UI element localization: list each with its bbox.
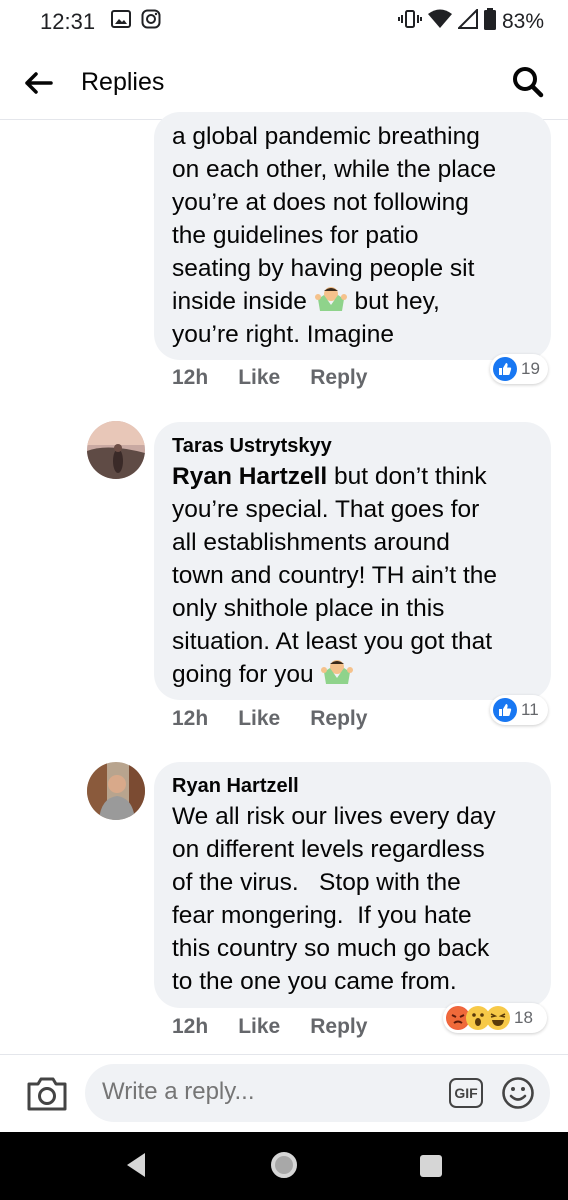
shrug-emoji-icon — [320, 658, 354, 686]
gallery-icon — [111, 10, 132, 34]
comment-actions: 12h Like Reply — [172, 366, 367, 390]
reaction-count: 18 — [514, 1008, 533, 1027]
nav-recents-icon[interactable] — [420, 1155, 442, 1177]
comment-line: going for you — [172, 658, 533, 691]
reaction-summary[interactable]: 11 — [490, 695, 548, 725]
comment-line: situation. At least you got that — [172, 628, 493, 655]
comment-line: of the virus. Stop with the — [172, 869, 461, 896]
comment-line: on each other, while the place — [172, 156, 497, 183]
vibrate-icon — [397, 9, 422, 35]
gif-button[interactable]: GIF — [449, 1078, 483, 1108]
comment-fragment: inside inside — [172, 288, 307, 315]
comment-line: this country so much go back — [172, 935, 490, 962]
comment-text: Ryan Hartzell but don’t think you’re spe… — [172, 460, 533, 691]
status-bar: 12:31 83% — [0, 0, 568, 44]
like-reaction-icon — [493, 357, 517, 381]
comment-bubble: a global pandemic breathing on each othe… — [154, 112, 551, 360]
comment-line: town and country! TH ain’t the — [172, 562, 498, 589]
wifi-icon — [427, 9, 452, 35]
comment-bubble: Taras Ustrytskyy Ryan Hartzell but don’t… — [154, 422, 551, 700]
reply-button[interactable]: Reply — [310, 1015, 367, 1039]
comment-fragment: but don’t think — [334, 463, 487, 490]
haha-reaction-icon — [486, 1006, 510, 1030]
nav-back-icon[interactable] — [125, 1152, 147, 1183]
comment-actions: 12h Like Reply — [172, 707, 367, 731]
comment-line: We all risk our lives every day — [172, 803, 496, 830]
comment-line: you’re right. Imagine — [172, 321, 394, 348]
battery-icon — [483, 8, 496, 36]
comment-actions: 12h Like Reply — [172, 1015, 367, 1039]
back-arrow-icon[interactable] — [22, 66, 56, 100]
comment-bubble: Ryan Hartzell We all risk our lives ever… — [154, 762, 551, 1008]
comment-text: We all risk our lives every day on diffe… — [172, 800, 533, 998]
comment-line: you’re at does not following — [172, 189, 469, 216]
reaction-count: 11 — [521, 700, 539, 719]
comment-author[interactable]: Taras Ustrytskyy — [172, 432, 533, 460]
instagram-icon — [141, 9, 161, 35]
comment-fragment: but hey, — [354, 288, 440, 315]
mention-link[interactable]: Ryan Hartzell — [172, 463, 327, 490]
reply-field[interactable]: GIF — [85, 1064, 550, 1122]
comment-time: 12h — [172, 707, 209, 730]
battery-percent: 83% — [501, 10, 544, 33]
comment-line: to the one you came from. — [172, 968, 457, 995]
status-time: 12:31 — [40, 9, 96, 34]
reply-button[interactable]: Reply — [310, 707, 367, 731]
reaction-summary[interactable]: 18 — [443, 1003, 547, 1033]
comment-line: on different levels regardless — [172, 836, 485, 863]
like-button[interactable]: Like — [238, 707, 280, 731]
comment-time: 12h — [172, 366, 209, 389]
comment-line: inside inside but hey, — [172, 285, 533, 318]
avatar[interactable] — [87, 421, 145, 479]
comment-line: all establishments around — [172, 529, 450, 556]
comment-text: a global pandemic breathing on each othe… — [172, 120, 533, 351]
like-button[interactable]: Like — [238, 366, 280, 390]
app-bar: Replies — [0, 44, 568, 120]
like-reaction-icon — [493, 698, 517, 722]
search-icon[interactable] — [510, 64, 546, 100]
comment-line: only shithole place in this — [172, 595, 445, 622]
comment-line: Ryan Hartzell but don’t think — [172, 460, 533, 493]
comment-line: a global pandemic breathing — [172, 123, 480, 150]
comment-line: seating by having people sit — [172, 255, 475, 282]
signal-icon — [456, 7, 478, 35]
reply-composer: GIF — [0, 1054, 568, 1132]
comment-time: 12h — [172, 1015, 209, 1038]
reply-button[interactable]: Reply — [310, 366, 367, 390]
comment-line: fear mongering. If you hate — [172, 902, 472, 929]
camera-icon[interactable] — [26, 1075, 68, 1113]
reaction-summary[interactable]: 19 — [490, 354, 548, 384]
reply-input[interactable] — [102, 1078, 422, 1106]
nav-home-icon[interactable] — [269, 1150, 299, 1185]
comment-author[interactable]: Ryan Hartzell — [172, 772, 533, 800]
shrug-emoji-icon — [314, 285, 348, 313]
avatar[interactable] — [87, 762, 145, 820]
like-button[interactable]: Like — [238, 1015, 280, 1039]
page-title: Replies — [81, 68, 165, 96]
reaction-count: 19 — [521, 359, 540, 378]
comment-fragment: going for you — [172, 661, 314, 688]
system-nav-bar — [0, 1132, 568, 1200]
emoji-icon[interactable] — [501, 1076, 535, 1110]
comment-line: the guidelines for patio — [172, 222, 419, 249]
comment-line: you’re special. That goes for — [172, 496, 480, 523]
